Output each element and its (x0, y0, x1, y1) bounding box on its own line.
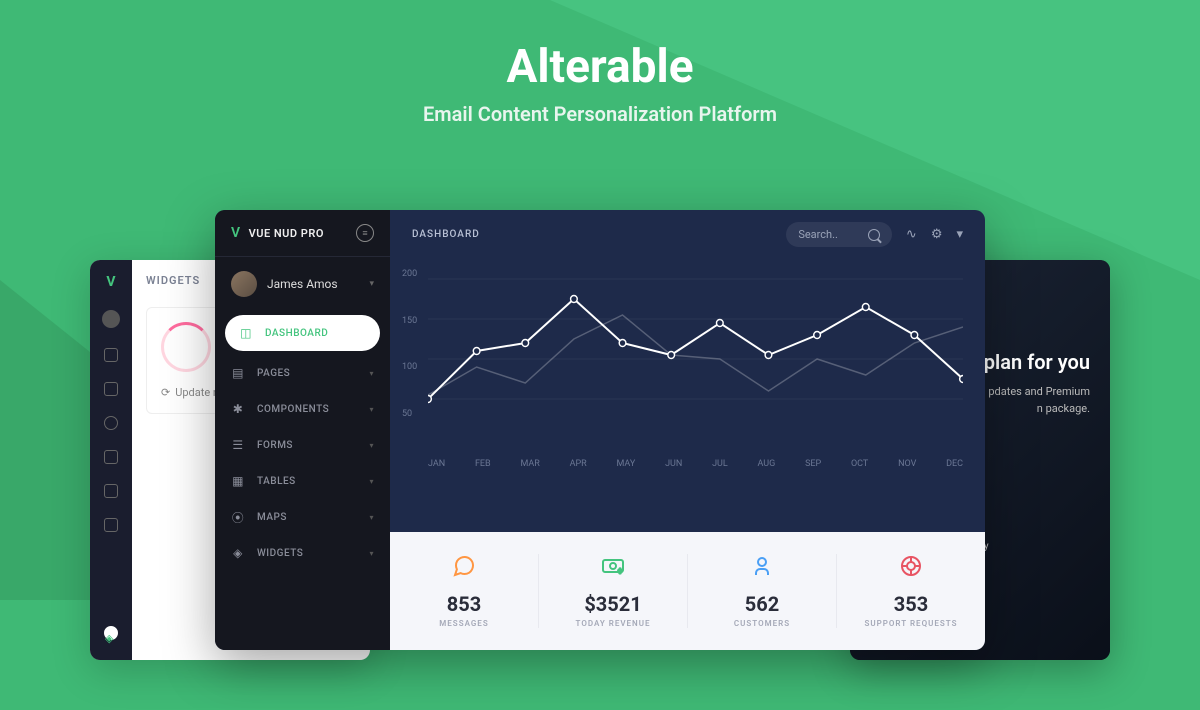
money-icon: $ (539, 554, 687, 584)
sidebar-item-widgets[interactable]: ◈ WIDGETS ▾ (215, 535, 390, 571)
stat-value: 353 (837, 592, 985, 616)
gear-icon[interactable] (104, 416, 118, 430)
brand: VVUE NUD PRO (231, 225, 324, 241)
form-icon[interactable] (104, 450, 118, 464)
search-placeholder: Search.. (798, 228, 838, 241)
chevron-down-icon: ▾ (369, 513, 374, 522)
hero-subtitle: Email Content Personalization Platform (0, 102, 1200, 126)
support-icon (837, 554, 985, 584)
hero: Alterable Email Content Personalization … (0, 0, 1200, 126)
y-tick: 100 (402, 362, 417, 372)
settings-icon[interactable]: ⚙ (931, 227, 943, 242)
tables-icon: ▦ (231, 474, 245, 488)
stat-label: TODAY REVENUE (539, 619, 687, 628)
x-tick: JAN (428, 459, 445, 469)
active-nav-icon[interactable]: ◈ (104, 626, 118, 640)
user-icon (688, 554, 836, 584)
mockups: V ◈ WIDGETS ⟳Update no ▦DASHBOARD plan f… (90, 210, 1110, 710)
x-tick: OCT (851, 459, 868, 469)
nav-label: COMPONENTS (257, 404, 329, 415)
chevron-down-icon: ▾ (369, 405, 374, 414)
widgets-icon: ◈ (231, 546, 245, 560)
menu-toggle-icon[interactable]: ≡ (356, 224, 374, 242)
chevron-down-icon[interactable]: ▾ (956, 227, 963, 242)
stat-value: 562 (688, 592, 836, 616)
stat-support-requests: 353 SUPPORT REQUESTS (837, 554, 985, 628)
sidebar: VVUE NUD PRO ≡ James Amos ▾ ◫ DASHBOARD ▤ P… (215, 210, 390, 650)
chevron-down-icon: ▾ (369, 441, 374, 450)
hero-title: Alterable (0, 40, 1200, 94)
chevron-down-icon: ▾ (369, 477, 374, 486)
stat-label: MESSAGES (390, 619, 538, 628)
components-icon: ✱ (231, 402, 245, 416)
logo-icon: V (231, 225, 241, 241)
chevron-down-icon: ▾ (369, 279, 374, 289)
stat-label: SUPPORT REQUESTS (837, 619, 985, 628)
pages-icon: ▤ (231, 366, 245, 380)
activity-icon[interactable]: ∿ (906, 227, 917, 242)
topbar: DASHBOARD Search.. ∿ ⚙ ▾ (390, 210, 985, 259)
page-title: DASHBOARD (412, 229, 480, 240)
line-chart: 200 150 100 50 JAN FEB MAR APR MAY JUN JUL AUG SEP O… (390, 259, 985, 532)
sidebar-item-dashboard[interactable]: ◫ DASHBOARD (225, 315, 380, 351)
y-tick: 150 (402, 316, 417, 326)
table-icon[interactable] (104, 484, 118, 498)
stat-messages: 853 MESSAGES (390, 554, 539, 628)
sidebar-item-pages[interactable]: ▤ PAGES ▾ (215, 355, 390, 391)
x-tick: NOV (898, 459, 916, 469)
chevron-down-icon: ▾ (369, 369, 374, 378)
search-icon (868, 229, 880, 241)
x-tick: DEC (946, 459, 963, 469)
stats-row: 853 MESSAGES $ $3521 TODAY REVENUE562 CUSTOME… (390, 532, 985, 650)
sidebar-item-tables[interactable]: ▦ TABLES ▾ (215, 463, 390, 499)
svg-text:$: $ (619, 568, 622, 575)
x-tick: JUN (665, 459, 682, 469)
nav-label: PAGES (257, 368, 290, 379)
x-tick: APR (570, 459, 587, 469)
stat-label: CUSTOMERS (688, 619, 836, 628)
chevron-down-icon: ▾ (369, 549, 374, 558)
search-input[interactable]: Search.. (786, 222, 892, 247)
stat-customers: 562 CUSTOMERS (688, 554, 837, 628)
nav-label: DASHBOARD (265, 328, 328, 339)
nav-label: MAPS (257, 512, 287, 523)
dashboard-icon: ◫ (239, 326, 253, 340)
progress-ring-icon (161, 322, 211, 372)
nav-label: TABLES (257, 476, 296, 487)
stat-value: $3521 (539, 592, 687, 616)
x-tick: MAR (520, 459, 539, 469)
sidebar-header: VVUE NUD PRO ≡ (215, 210, 390, 257)
sidebar-item-components[interactable]: ✱ COMPONENTS ▾ (215, 391, 390, 427)
message-icon (390, 554, 538, 584)
box-icon[interactable] (104, 348, 118, 362)
maps-icon: ⦿ (231, 510, 245, 524)
forms-icon: ☰ (231, 438, 245, 452)
refresh-icon: ⟳ (161, 386, 170, 399)
main-panel: DASHBOARD Search.. ∿ ⚙ ▾ 200 150 100 50 JAN… (390, 210, 985, 650)
user-menu[interactable]: James Amos ▾ (215, 257, 390, 311)
stat-value: 853 (390, 592, 538, 616)
x-tick: MAY (616, 459, 635, 469)
x-tick: JUL (712, 459, 728, 469)
avatar-icon (102, 310, 120, 328)
user-name: James Amos (267, 277, 338, 291)
nav-label: WIDGETS (257, 548, 303, 559)
x-tick: AUG (758, 459, 776, 469)
sidebar-item-forms[interactable]: ☰ FORMS ▾ (215, 427, 390, 463)
logo-icon: V (106, 274, 115, 290)
sidebar-item-maps[interactable]: ⦿ MAPS ▾ (215, 499, 390, 535)
stat-today-revenue: $ $3521 TODAY REVENUE (539, 554, 688, 628)
y-tick: 200 (402, 269, 417, 279)
nav-label: FORMS (257, 440, 293, 451)
dashboard-card: VVUE NUD PRO ≡ James Amos ▾ ◫ DASHBOARD ▤ P… (215, 210, 985, 650)
avatar (231, 271, 257, 297)
layers-icon[interactable] (104, 382, 118, 396)
y-tick: 50 (402, 409, 417, 419)
list-icon[interactable] (104, 518, 118, 532)
x-tick: FEB (475, 459, 491, 469)
x-tick: SEP (805, 459, 821, 469)
mini-sidebar: V ◈ (90, 260, 132, 660)
